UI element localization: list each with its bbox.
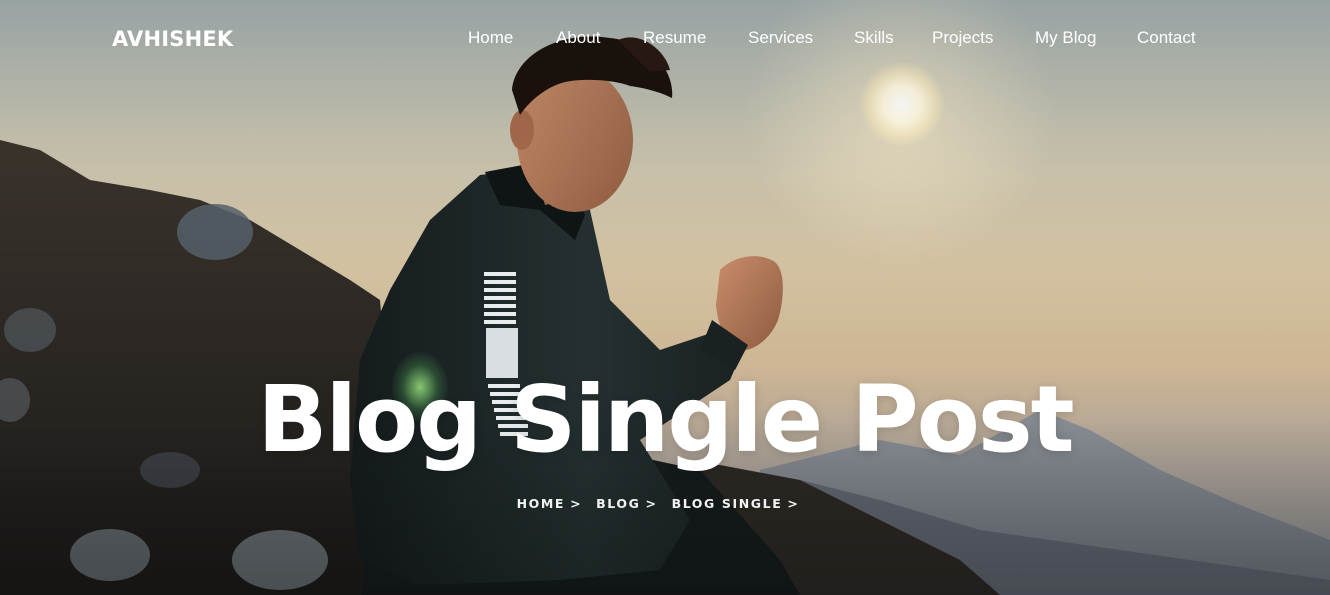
nav-skills[interactable]: Skills <box>854 27 894 49</box>
chevron-right-icon: > <box>645 496 658 511</box>
nav-contact[interactable]: Contact <box>1137 27 1196 49</box>
breadcrumb-blog-single: BLOG SINGLE <box>671 496 783 511</box>
hero-text: Blog Single Post <box>0 370 1330 470</box>
nav-home[interactable]: Home <box>468 27 513 49</box>
breadcrumb-blog[interactable]: BLOG <box>596 496 640 511</box>
nav-resume[interactable]: Resume <box>643 27 706 49</box>
chevron-right-icon: > <box>787 496 800 511</box>
nav-about[interactable]: About <box>556 27 600 49</box>
nav-my-blog[interactable]: My Blog <box>1035 27 1096 49</box>
breadcrumb: HOME > BLOG > BLOG SINGLE > <box>0 496 1330 511</box>
nav-projects[interactable]: Projects <box>932 27 993 49</box>
breadcrumb-home[interactable]: HOME <box>517 496 565 511</box>
page-title: Blog Single Post <box>257 366 1074 473</box>
main-nav: Home About Resume Services Skills Projec… <box>0 27 1330 51</box>
chevron-right-icon: > <box>570 496 583 511</box>
nav-services[interactable]: Services <box>748 27 813 49</box>
navbar: AVHISHEK Home About Resume Services Skil… <box>0 0 1330 78</box>
